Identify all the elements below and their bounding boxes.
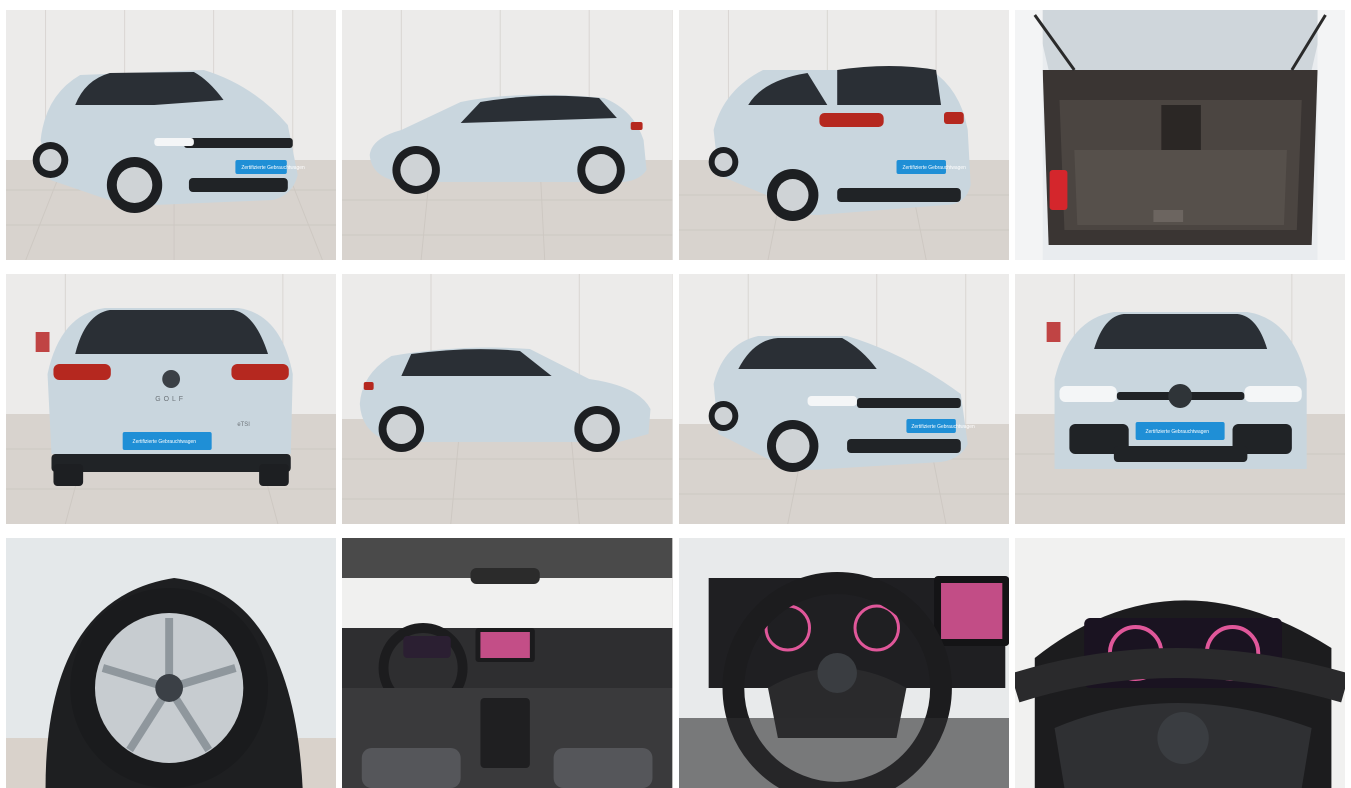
gallery-photo-10-interior[interactable] bbox=[342, 538, 673, 788]
gallery-photo-12-instrument-cluster[interactable] bbox=[1014, 538, 1345, 788]
etsi-badge: eTSI bbox=[237, 422, 250, 428]
car-photo bbox=[342, 274, 673, 524]
gallery-photo-11-steering-wheel[interactable] bbox=[678, 538, 1009, 788]
photo-gallery: Zertifizierte Gebrauchtwagen Zertifizier… bbox=[0, 0, 1351, 788]
trunk-photo bbox=[1014, 10, 1345, 260]
wheel-photo bbox=[6, 538, 337, 788]
plate-text: Zertifizierte Gebrauchtwagen bbox=[902, 165, 966, 171]
gallery-photo-9-wheel[interactable] bbox=[6, 538, 337, 788]
gallery-photo-2-side-profile[interactable] bbox=[342, 10, 673, 260]
car-photo: Zertifizierte Gebrauchtwagen bbox=[678, 10, 1009, 260]
gallery-photo-6-side-profile-right[interactable] bbox=[342, 274, 673, 524]
plate-text: Zertifizierte Gebrauchtwagen bbox=[911, 424, 975, 430]
car-photo: Zertifizierte Gebrauchtwagen bbox=[1014, 274, 1345, 524]
car-photo: Zertifizierte Gebrauchtwagen bbox=[678, 274, 1009, 524]
gallery-photo-1-front-three-quarter[interactable]: Zertifizierte Gebrauchtwagen bbox=[6, 10, 337, 260]
interior-photo bbox=[342, 538, 673, 788]
gallery-photo-3-rear-three-quarter[interactable]: Zertifizierte Gebrauchtwagen bbox=[678, 10, 1009, 260]
gallery-photo-8-front[interactable]: Zertifizierte Gebrauchtwagen bbox=[1014, 274, 1345, 524]
plate-text: Zertifizierte Gebrauchtwagen bbox=[1145, 429, 1209, 435]
gallery-photo-4-trunk[interactable] bbox=[1014, 10, 1345, 260]
plate-text: Zertifizierte Gebrauchtwagen bbox=[133, 439, 197, 445]
car-photo: GOLF eTSI Zertifizierte Gebrauchtwagen bbox=[6, 274, 337, 524]
gallery-photo-5-rear[interactable]: GOLF eTSI Zertifizierte Gebrauchtwagen bbox=[6, 274, 337, 524]
cluster-photo bbox=[1014, 538, 1345, 788]
gallery-photo-7-front-three-quarter-right[interactable]: Zertifizierte Gebrauchtwagen bbox=[678, 274, 1009, 524]
car-photo: Zertifizierte Gebrauchtwagen bbox=[6, 10, 337, 260]
car-photo bbox=[342, 10, 673, 260]
steering-photo bbox=[678, 538, 1009, 788]
golf-badge: GOLF bbox=[155, 396, 186, 403]
plate-text: Zertifizierte Gebrauchtwagen bbox=[241, 165, 305, 171]
